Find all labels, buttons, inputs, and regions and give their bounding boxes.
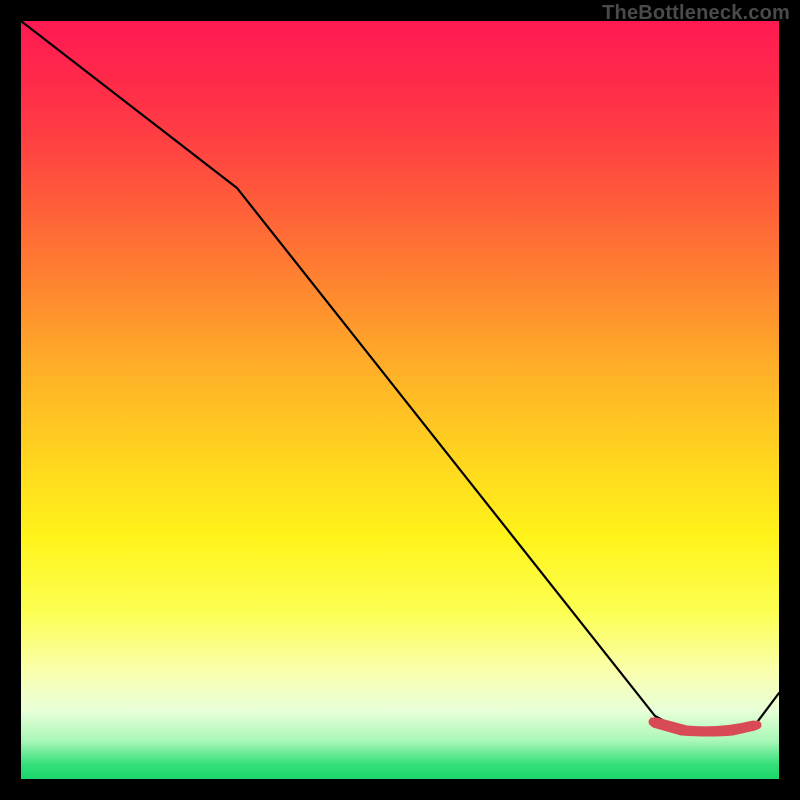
optimal-marker: [650, 718, 760, 736]
optimal-marker-group: [649, 718, 761, 736]
marker-dot: [753, 721, 761, 729]
chart-overlay: [21, 21, 779, 779]
marker-dot: [649, 718, 657, 726]
chart-stage: TheBottleneck.com: [0, 0, 800, 800]
watermark-text: TheBottleneck.com: [602, 2, 790, 25]
bottleneck-curve: [21, 21, 779, 731]
